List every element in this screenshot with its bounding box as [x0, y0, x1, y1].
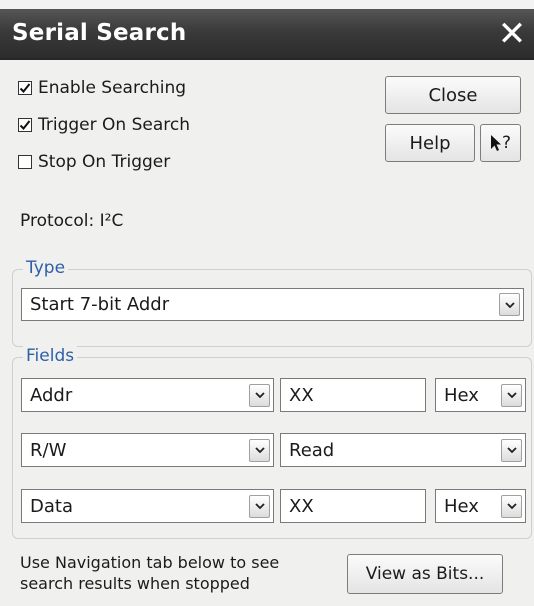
help-button[interactable]: Help [385, 124, 475, 162]
context-help-button[interactable]: ? [480, 124, 521, 162]
addr-value-text: XX [289, 384, 314, 406]
addr-format-select[interactable]: Hex [435, 378, 526, 412]
enable-searching-checkbox[interactable]: Enable Searching [18, 76, 186, 100]
fields-legend: Fields [23, 346, 78, 366]
field-select-value: R/W [30, 439, 67, 461]
navigation-hint-line1: Use Navigation tab below to see [20, 553, 280, 572]
data-value-text: XX [289, 495, 314, 517]
field-select-addr[interactable]: Addr [21, 378, 274, 412]
rw-value-text: Read [289, 439, 335, 461]
data-format-select[interactable]: Hex [435, 489, 526, 523]
field-select-value: Data [30, 495, 73, 517]
stop-on-trigger-checkbox[interactable]: Stop On Trigger [18, 150, 170, 174]
type-group: Type Start 7-bit Addr [12, 258, 532, 347]
chevron-down-icon[interactable] [501, 438, 522, 462]
stop-on-trigger-label: Stop On Trigger [38, 152, 171, 172]
close-button[interactable]: Close [385, 76, 521, 114]
chevron-down-icon[interactable] [249, 438, 270, 462]
field-select-rw[interactable]: R/W [21, 433, 274, 467]
checkmark-icon[interactable] [18, 81, 32, 95]
trigger-on-search-checkbox[interactable]: Trigger On Search [18, 113, 190, 137]
trigger-on-search-label: Trigger On Search [38, 115, 190, 135]
chevron-down-icon[interactable] [501, 383, 522, 407]
rw-value-select[interactable]: Read [280, 433, 526, 467]
chevron-down-icon[interactable] [249, 494, 270, 518]
pointer-arrow-icon [490, 134, 502, 152]
chevron-down-icon[interactable] [249, 383, 270, 407]
help-button-label: Help [409, 132, 451, 154]
title-bar: Serial Search ✕ [0, 9, 534, 60]
view-as-bits-label: View as Bits... [365, 564, 485, 584]
addr-format-value: Hex [444, 384, 479, 406]
window-title: Serial Search [12, 20, 187, 46]
navigation-hint-line2: search results when stopped [20, 574, 250, 593]
view-as-bits-button[interactable]: View as Bits... [347, 554, 503, 594]
enable-searching-label: Enable Searching [38, 78, 187, 98]
fields-group: Fields Addr XX Hex R/W Read Data XX Hex [12, 346, 532, 539]
context-help-label: ? [501, 133, 512, 153]
protocol-label: Protocol: I²C [20, 211, 124, 231]
field-select-value: Addr [30, 384, 73, 406]
chevron-down-icon[interactable] [499, 293, 520, 316]
field-select-data[interactable]: Data [21, 489, 274, 523]
checkbox-box[interactable] [18, 155, 32, 169]
data-value-input[interactable]: XX [280, 489, 426, 523]
background-strip [0, 0, 534, 9]
type-legend: Type [23, 258, 69, 278]
close-button-label: Close [428, 84, 478, 106]
checkmark-icon[interactable] [18, 118, 32, 132]
type-select[interactable]: Start 7-bit Addr [21, 288, 524, 321]
navigation-hint: Use Navigation tab below to see search r… [20, 552, 279, 594]
type-select-value: Start 7-bit Addr [30, 294, 170, 315]
close-window-icon[interactable]: ✕ [494, 15, 530, 53]
serial-search-dialog: Serial Search ✕ Enable Searching Trigger… [0, 9, 534, 606]
addr-value-input[interactable]: XX [280, 378, 426, 412]
data-format-value: Hex [444, 495, 479, 517]
chevron-down-icon[interactable] [501, 494, 522, 518]
